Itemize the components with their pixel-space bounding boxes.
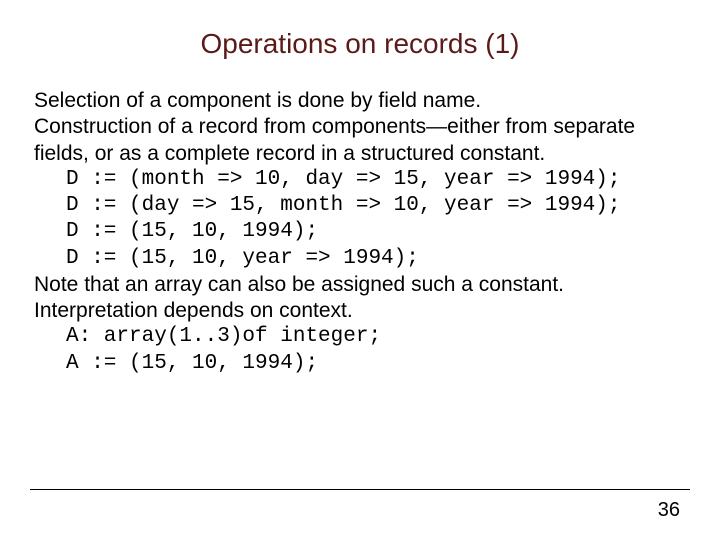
code-line-3: D := (15, 10, 1994);	[66, 219, 686, 245]
slide-body: Selection of a component is done by fiel…	[34, 88, 686, 377]
paragraph-selection: Selection of a component is done by fiel…	[34, 88, 686, 114]
code-line-2: D := (day => 15, month => 10, year => 19…	[66, 193, 686, 219]
slide: Operations on records (1) Selection of a…	[0, 0, 720, 540]
page-number: 36	[658, 499, 680, 522]
code-line-4: D := (15, 10, year => 1994);	[66, 246, 686, 272]
slide-title: Operations on records (1)	[34, 28, 686, 60]
code-line-array-decl: A: array(1..3)of integer;	[66, 324, 686, 350]
paragraph-note: Note that an array can also be assigned …	[34, 272, 686, 325]
code-line-array-assign: A := (15, 10, 1994);	[66, 351, 686, 377]
divider	[30, 489, 690, 490]
code-line-1: D := (month => 10, day => 15, year => 19…	[66, 167, 686, 193]
paragraph-construction: Construction of a record from components…	[34, 114, 686, 167]
